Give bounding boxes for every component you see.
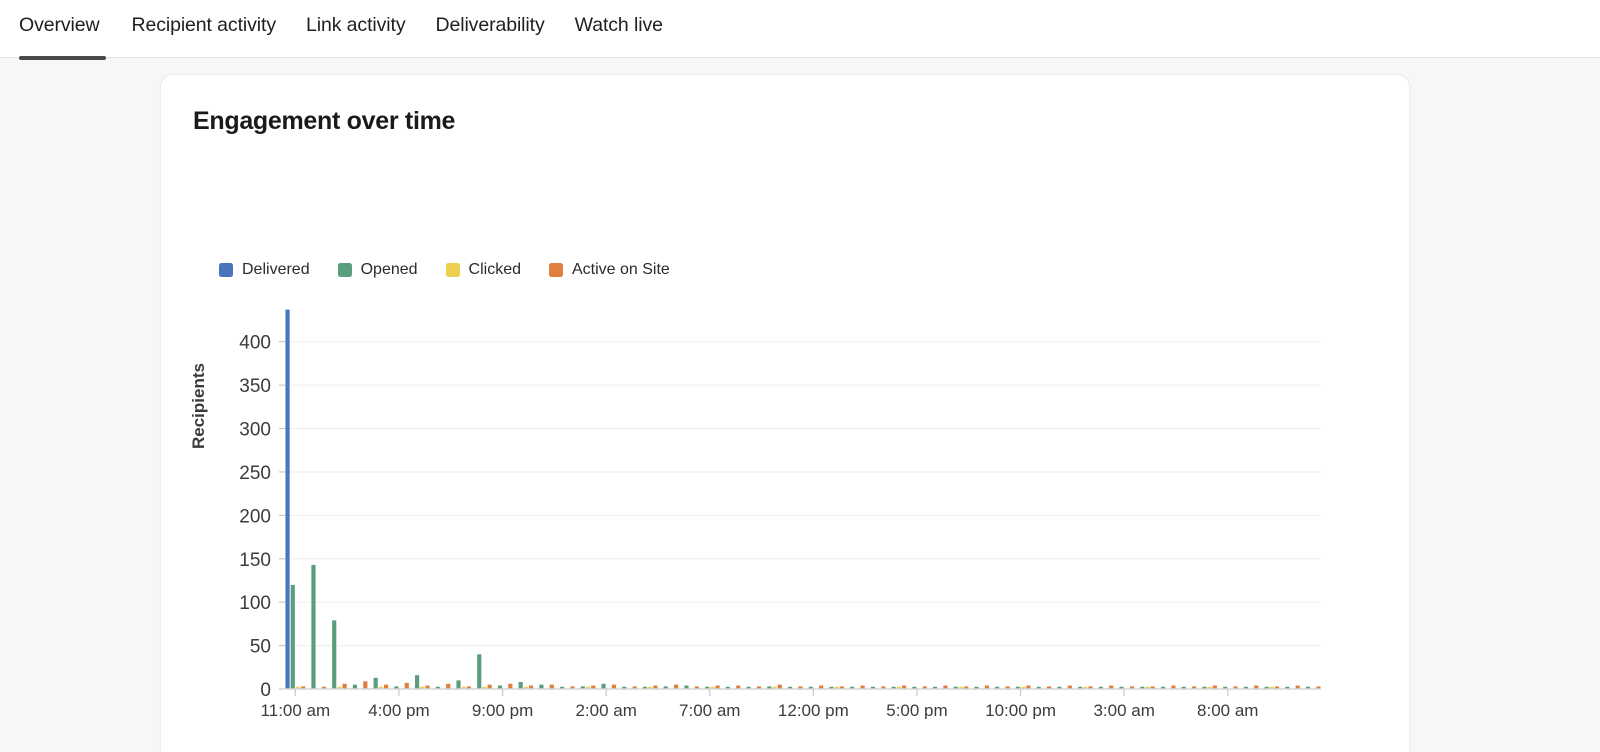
bar-opened[interactable] — [519, 682, 523, 689]
bar-opened[interactable] — [291, 585, 295, 689]
legend-item-label: Delivered — [242, 261, 310, 279]
bar-opened[interactable] — [601, 684, 605, 689]
bar-opened[interactable] — [477, 654, 481, 689]
bar-opened[interactable] — [415, 675, 419, 689]
tab-link-activity[interactable]: Link activity — [291, 0, 421, 36]
engagement-bar-chart: 0 50 100 150 200 250 300 350 400 11:00 am 4:00 pm 9… — [193, 299, 1383, 719]
engagement-chart-card: Engagement over time Delivered Opened Clic… — [160, 74, 1410, 752]
tab-watch-live[interactable]: Watch live — [560, 0, 678, 36]
x-tick-label: 11:00 am — [261, 701, 331, 719]
x-tick-label: 10:00 pm — [985, 701, 1056, 719]
bar-opened[interactable] — [332, 620, 336, 689]
legend-item-delivered[interactable]: Delivered — [219, 261, 310, 279]
x-tick-label: 5:00 pm — [886, 701, 947, 719]
y-tick-label: 50 — [250, 637, 271, 658]
bar-active-on-site[interactable] — [343, 684, 347, 689]
tab-bar: Overview Recipient activity Link activit… — [0, 0, 1600, 58]
legend-swatch-icon — [446, 263, 460, 277]
legend-swatch-icon — [338, 263, 352, 277]
y-tick-label: 0 — [260, 680, 271, 701]
tab-deliverability[interactable]: Deliverability — [420, 0, 559, 36]
bar-active-on-site[interactable] — [363, 681, 367, 689]
bar-opened[interactable] — [311, 565, 315, 689]
bar-opened[interactable] — [374, 678, 378, 689]
chart-plot-area: Recipients 05010015020025030035040011:00… — [193, 299, 1383, 719]
x-tick-label: 3:00 am — [1093, 701, 1154, 719]
chart-legend: Delivered Opened Clicked Active on Site — [219, 261, 698, 279]
legend-item-label: Clicked — [469, 261, 521, 279]
y-tick-label: 250 — [239, 463, 271, 484]
y-tick-label: 350 — [239, 376, 271, 397]
tab-overview-label: Overview — [19, 14, 99, 36]
legend-swatch-icon — [549, 263, 563, 277]
x-tick-label: 4:00 pm — [368, 701, 429, 719]
x-tick-label: 2:00 am — [575, 701, 636, 719]
bar-opened[interactable] — [456, 680, 460, 689]
legend-item-active-on-site[interactable]: Active on Site — [549, 261, 670, 279]
legend-item-opened[interactable]: Opened — [338, 261, 418, 279]
x-tick-label: 12:00 pm — [778, 701, 849, 719]
tab-overview[interactable]: Overview — [19, 0, 116, 36]
bar-active-on-site[interactable] — [508, 684, 512, 689]
legend-swatch-icon — [219, 263, 233, 277]
bar-delivered[interactable] — [285, 310, 289, 689]
y-tick-label: 300 — [239, 420, 271, 441]
tab-deliverability-label: Deliverability — [435, 14, 544, 36]
y-tick-label: 400 — [239, 333, 271, 354]
x-tick-label: 8:00 am — [1197, 701, 1258, 719]
y-tick-label: 200 — [239, 506, 271, 527]
tab-watch-live-label: Watch live — [575, 14, 663, 36]
legend-item-label: Active on Site — [572, 261, 670, 279]
bar-active-on-site[interactable] — [446, 684, 450, 689]
legend-item-clicked[interactable]: Clicked — [446, 261, 521, 279]
tab-link-activity-label: Link activity — [306, 14, 406, 36]
tab-recipient-activity[interactable]: Recipient activity — [116, 0, 291, 36]
page-body: Engagement over time Delivered Opened Clic… — [0, 58, 1600, 752]
legend-item-label: Opened — [361, 261, 418, 279]
y-tick-label: 100 — [239, 593, 271, 614]
x-tick-label: 7:00 am — [679, 701, 740, 719]
x-tick-label: 9:00 pm — [472, 701, 533, 719]
y-tick-label: 150 — [239, 550, 271, 571]
page-title: Engagement over time — [193, 107, 455, 136]
bar-active-on-site[interactable] — [405, 683, 409, 689]
tab-recipient-activity-label: Recipient activity — [131, 14, 276, 36]
